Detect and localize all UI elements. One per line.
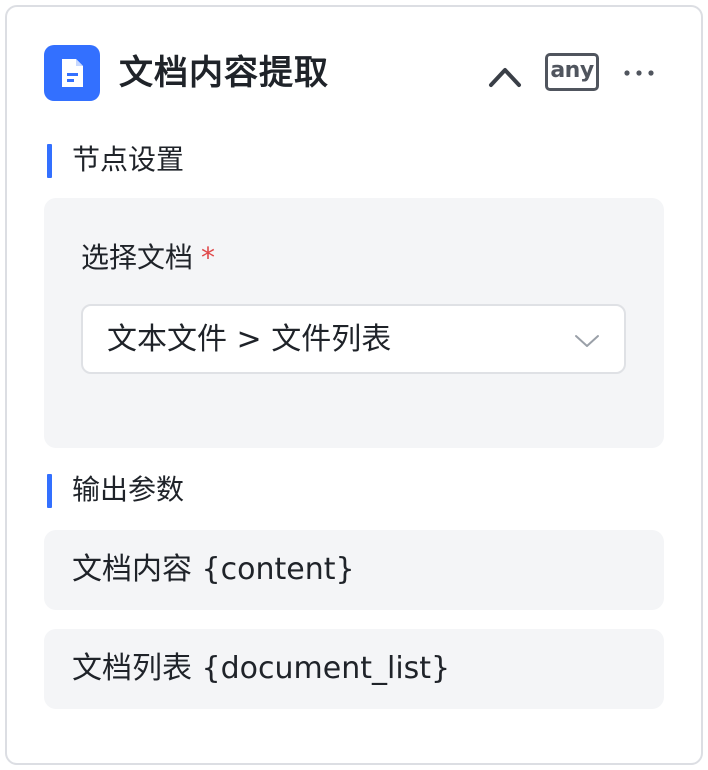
required-mark: * <box>201 241 216 274</box>
document-select-value: 文本文件 > 文件列表 <box>107 322 392 357</box>
chevron-up-icon <box>489 68 521 87</box>
chevron-down-icon <box>575 335 599 347</box>
output-type-badge[interactable]: any <box>545 53 599 91</box>
select-document-label: 选择文档 * <box>81 238 215 278</box>
node-title: 文档内容提取 <box>119 53 329 93</box>
node-card[interactable]: 文档内容提取 any 节点设置 选择文档* 文本文件 > 文件列表 输出参数 <box>5 5 703 765</box>
document-select[interactable]: 文本文件 > 文件列表 <box>81 304 626 374</box>
ellipsis-icon <box>624 70 654 76</box>
output-params-heading: 输出参数 <box>47 472 184 508</box>
node-header: 文档内容提取 any <box>7 7 701 137</box>
more-options-button[interactable] <box>619 57 659 89</box>
collapse-button[interactable] <box>483 55 527 95</box>
node-settings-heading: 节点设置 <box>47 142 184 178</box>
field-label-text: 选择文档 <box>81 241 194 274</box>
document-icon <box>44 45 100 101</box>
output-param-item: 文档内容 {content} <box>44 530 664 610</box>
output-param-item: 文档列表 {document_list} <box>44 629 664 709</box>
node-settings-panel: 选择文档 * 文本文件 > 文件列表 <box>44 198 664 448</box>
